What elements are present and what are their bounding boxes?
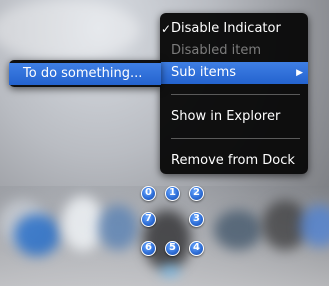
menu-separator (171, 138, 300, 139)
menu-item-disabled-item: Disabled item (160, 40, 308, 62)
menu-item-label: Remove from Dock (171, 153, 295, 168)
submenu-item-to-do-something[interactable]: To do something... (9, 63, 161, 85)
blurred-glow (0, 0, 140, 60)
dock-context-menu: ✓ Disable Indicator Disabled item Sub it… (160, 13, 308, 174)
hotkey-badge: 4 (189, 241, 204, 256)
menu-item-show-in-explorer[interactable]: Show in Explorer (160, 106, 308, 128)
menu-item-label: Disable Indicator (171, 21, 281, 36)
hotkey-badge: 3 (189, 212, 204, 227)
menu-item-disable-indicator[interactable]: ✓ Disable Indicator (160, 18, 308, 40)
hotkey-badge: 0 (141, 186, 156, 201)
dock-app-icon (98, 205, 138, 250)
hotkey-badge: 6 (141, 241, 156, 256)
checkmark-icon: ✓ (161, 22, 172, 36)
menu-item-sub-items[interactable]: Sub items ▶ (160, 62, 308, 84)
menu-item-label: Disabled item (171, 43, 261, 58)
hotkey-badge: 7 (141, 212, 156, 227)
dock-app-icon (214, 210, 262, 250)
dock-indicator-glow (160, 266, 180, 276)
dock-app-icon (14, 214, 60, 256)
menu-item-label: Show in Explorer (171, 109, 281, 124)
menu-item-label: Sub items (171, 65, 237, 80)
menu-item-remove-from-dock[interactable]: Remove from Dock (160, 150, 308, 172)
menu-separator (171, 94, 300, 95)
hotkey-badge: 1 (165, 186, 180, 201)
hotkey-badge: 2 (189, 186, 204, 201)
hotkey-badge: 5 (165, 241, 180, 256)
submenu: To do something... (9, 60, 161, 87)
menu-item-label: To do something... (23, 66, 143, 81)
submenu-arrow-icon: ▶ (296, 68, 303, 78)
